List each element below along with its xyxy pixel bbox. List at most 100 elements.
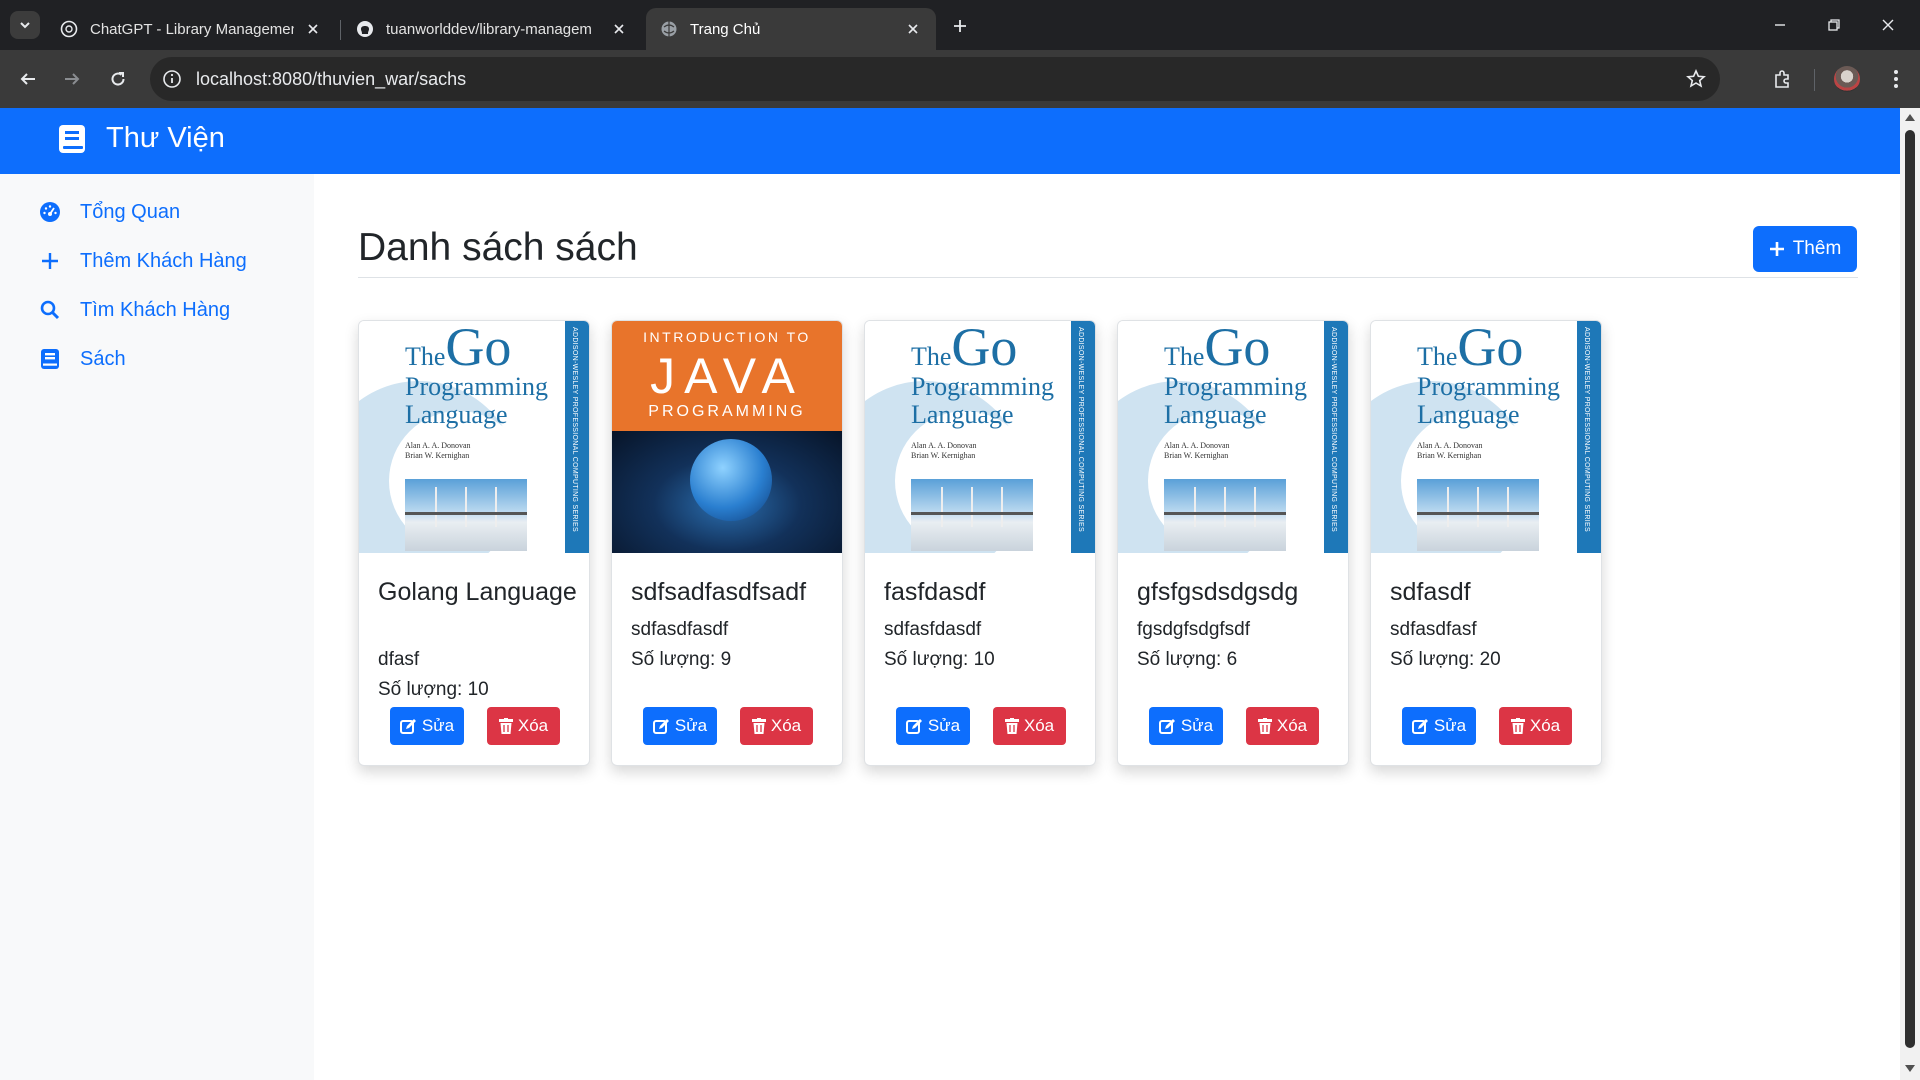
- edit-icon: [905, 718, 923, 735]
- page-scrollbar[interactable]: [1900, 108, 1920, 1080]
- more-vertical-icon: [1894, 70, 1898, 88]
- delete-button[interactable]: Xóa: [1246, 707, 1319, 745]
- book-author: sdfasdfasf: [1390, 619, 1477, 640]
- plus-icon: [1769, 241, 1785, 257]
- sidebar-item-tim-khach-hang[interactable]: Tìm Khách Hàng: [38, 298, 230, 322]
- book-card: INTRODUCTION TO JAVA PROGRAMMING sdfsadf…: [611, 320, 843, 766]
- trash-icon: [1257, 718, 1272, 734]
- restore-button[interactable]: [1804, 0, 1864, 50]
- scroll-down-arrow-icon[interactable]: [1905, 1064, 1915, 1074]
- close-window-button[interactable]: [1858, 0, 1918, 50]
- minimize-icon: [1775, 24, 1785, 26]
- book-cover-image: TheGo Programming Language Alan A. A. Don…: [865, 321, 1095, 553]
- close-tab-icon[interactable]: [610, 20, 628, 38]
- book-quantity: Số lượng: 9: [631, 649, 732, 670]
- book-quantity: Số lượng: 10: [378, 679, 489, 700]
- new-tab-button[interactable]: [946, 12, 974, 40]
- edit-button[interactable]: Sửa: [1149, 707, 1223, 745]
- edit-icon: [1411, 718, 1429, 735]
- arrow-right-icon: [65, 73, 80, 85]
- puzzle-icon: [1775, 70, 1789, 88]
- sidebar-item-them-khach-hang[interactable]: Thêm Khách Hàng: [38, 249, 247, 273]
- navbar-brand[interactable]: Thư Viện: [58, 122, 225, 155]
- delete-button[interactable]: Xóa: [993, 707, 1066, 745]
- globe-icon: [661, 21, 677, 37]
- bookmark-star-icon[interactable]: [1684, 67, 1708, 91]
- tab-title: ChatGPT - Library Management: [90, 20, 294, 38]
- chatgpt-icon: [60, 20, 78, 38]
- tab-title: Trang Chủ: [690, 20, 761, 38]
- close-tab-icon[interactable]: [304, 20, 322, 38]
- browser-toolbar: localhost:8080/thuvien_war/sachs: [0, 50, 1920, 108]
- book-quantity: Số lượng: 6: [1137, 649, 1238, 670]
- delete-button[interactable]: Xóa: [487, 707, 560, 745]
- sidebar-item-label: Thêm Khách Hàng: [80, 249, 247, 272]
- edit-button[interactable]: Sửa: [390, 707, 464, 745]
- sidebar-item-label: Tìm Khách Hàng: [80, 298, 231, 321]
- edit-button[interactable]: Sửa: [896, 707, 970, 745]
- book-title: fasfdasdf: [884, 578, 986, 606]
- arrow-left-icon: [20, 73, 35, 85]
- trash-icon: [751, 718, 766, 734]
- url-text: localhost:8080/thuvien_war/sachs: [196, 69, 467, 89]
- tab-chatgpt[interactable]: ChatGPT - Library Management: [46, 8, 336, 50]
- browser-menu-button[interactable]: [1882, 65, 1910, 93]
- divider: [358, 277, 1858, 278]
- sidebar: Tổng Quan Thêm Khách Hàng Tìm Khách Hàng…: [0, 174, 314, 1080]
- dashboard-gauge-icon: [38, 200, 62, 224]
- github-icon: [357, 21, 373, 37]
- edit-button[interactable]: Sửa: [1402, 707, 1476, 745]
- reload-button[interactable]: [104, 65, 132, 93]
- book-icon: [38, 347, 62, 371]
- reload-icon: [111, 72, 125, 86]
- web-page: Thư Viện Tổng Quan Thêm Khách Hàng Tìm K…: [0, 108, 1900, 1080]
- plus-icon: [38, 249, 62, 273]
- address-bar[interactable]: localhost:8080/thuvien_war/sachs: [150, 57, 1720, 101]
- book-title: sdfasdf: [1390, 578, 1471, 606]
- plus-icon: [954, 20, 966, 32]
- sidebar-item-tong-quan[interactable]: Tổng Quan: [38, 200, 180, 224]
- edit-icon: [652, 718, 670, 735]
- browser-tab-bar: ChatGPT - Library Management tuanworldde…: [0, 0, 1920, 50]
- site-info-icon[interactable]: [160, 67, 184, 91]
- forward-button[interactable]: [58, 65, 86, 93]
- scrollbar-thumb[interactable]: [1905, 130, 1915, 1048]
- back-button[interactable]: [14, 65, 42, 93]
- edit-button[interactable]: Sửa: [643, 707, 717, 745]
- close-icon: [1882, 19, 1894, 31]
- toolbar-divider: [1814, 69, 1815, 91]
- edit-icon: [399, 718, 417, 735]
- book-cover-image: TheGo Programming Language Alan A. A. Don…: [359, 321, 589, 553]
- book-card: TheGo Programming Language Alan A. A. Don…: [358, 320, 590, 766]
- book-quantity: Số lượng: 20: [1390, 649, 1501, 670]
- book-title: sdfsadfasdfsadf: [631, 578, 807, 606]
- book-author: sdfasdfasdf: [631, 619, 729, 640]
- book-quantity: Số lượng: 10: [884, 649, 995, 670]
- tab-trang-chu[interactable]: Trang Chủ: [646, 8, 936, 50]
- book-card: TheGo Programming Language Alan A. A. Don…: [864, 320, 1096, 766]
- book-title: Golang Language: [378, 578, 577, 606]
- tab-search-button[interactable]: [10, 11, 40, 39]
- search-icon: [38, 298, 62, 322]
- sidebar-item-sach[interactable]: Sách: [38, 347, 126, 371]
- book-icon: [59, 124, 85, 153]
- book-cover-image: INTRODUCTION TO JAVA PROGRAMMING: [612, 321, 842, 553]
- trash-icon: [498, 718, 513, 734]
- profile-avatar[interactable]: [1834, 66, 1860, 92]
- extensions-button[interactable]: [1768, 65, 1796, 93]
- delete-button[interactable]: Xóa: [740, 707, 813, 745]
- top-navbar: Thư Viện: [0, 108, 1900, 174]
- close-tab-icon[interactable]: [904, 20, 922, 38]
- book-cover-image: TheGo Programming Language Alan A. A. Don…: [1118, 321, 1348, 553]
- scroll-up-arrow-icon[interactable]: [1905, 112, 1915, 122]
- add-book-button[interactable]: Thêm: [1753, 226, 1857, 272]
- book-card: TheGo Programming Language Alan A. A. Don…: [1117, 320, 1349, 766]
- page-title: Danh sách sách: [358, 226, 638, 269]
- tab-separator: [340, 20, 341, 40]
- minimize-button[interactable]: [1750, 0, 1810, 50]
- tab-github[interactable]: tuanworlddev/library-managem: [342, 8, 642, 50]
- book-author: fgsdgfsdgfsdf: [1137, 619, 1251, 640]
- add-button-label: Thêm: [1792, 238, 1842, 259]
- delete-button[interactable]: Xóa: [1499, 707, 1572, 745]
- sidebar-item-label: Sách: [80, 347, 126, 370]
